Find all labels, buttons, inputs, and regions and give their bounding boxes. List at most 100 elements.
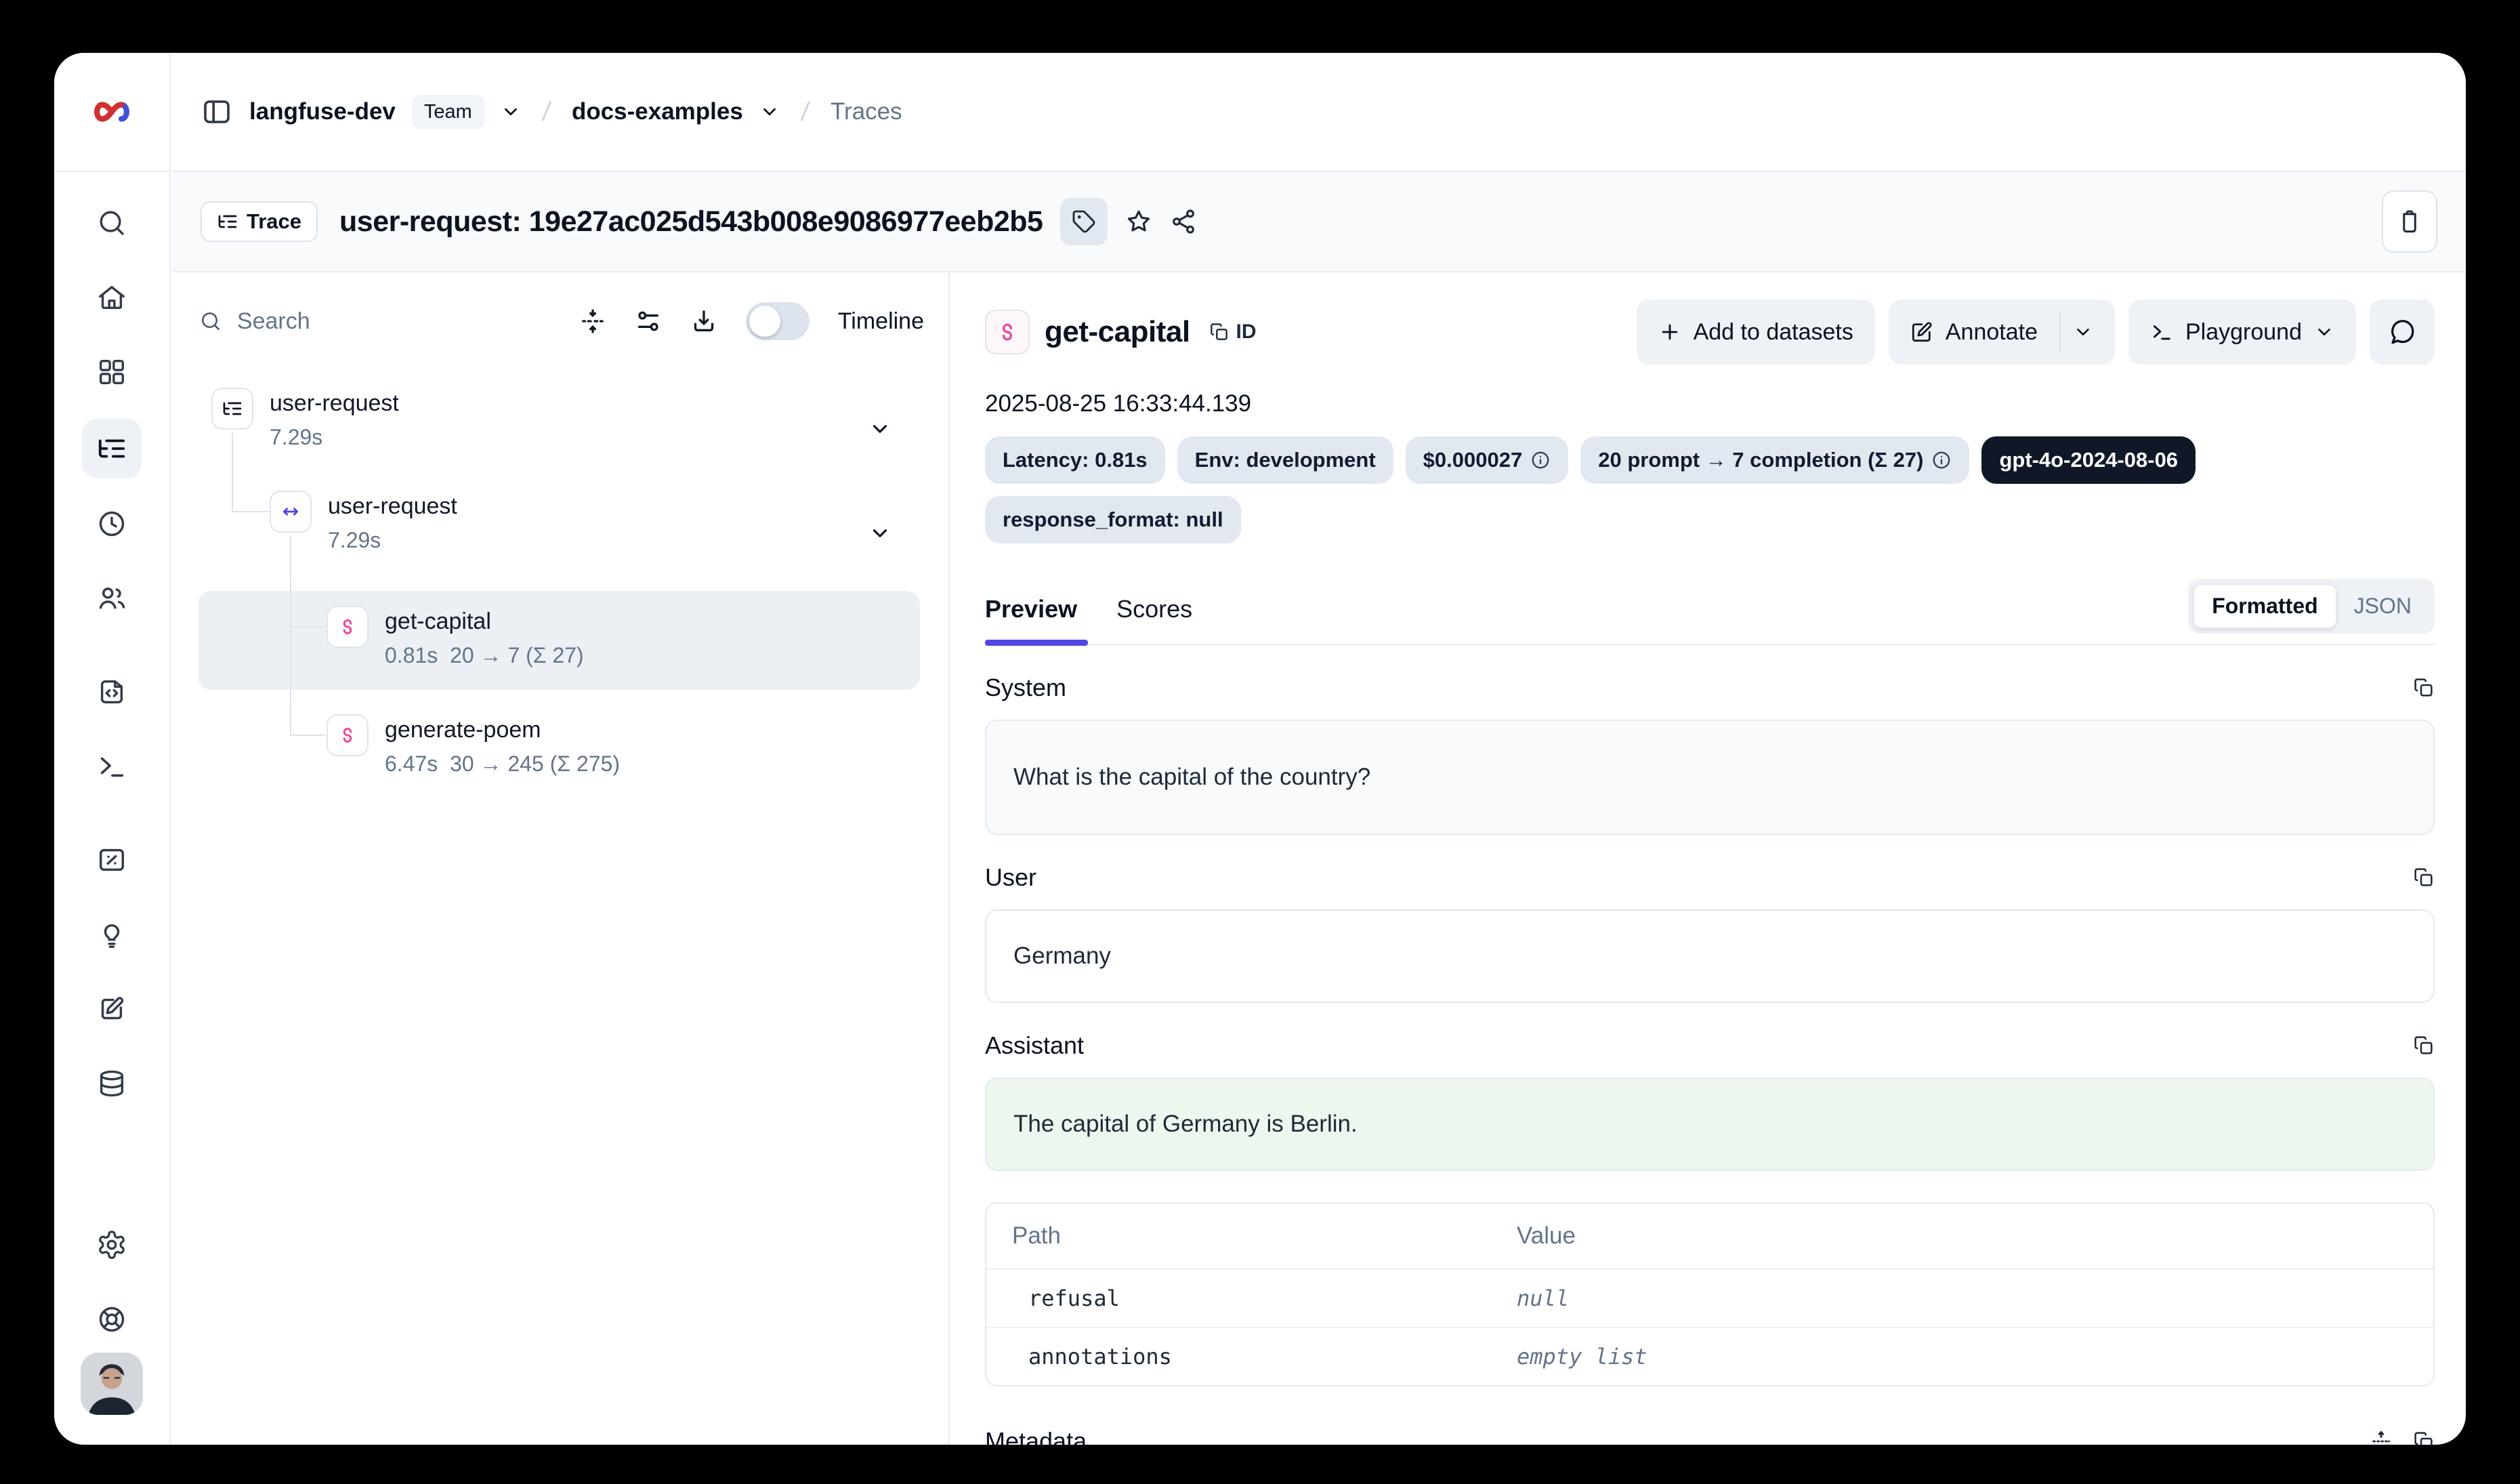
sessions-clock-icon[interactable]: [96, 508, 127, 539]
copy-icon: [1209, 322, 1230, 342]
table-row: refusal null: [986, 1270, 2433, 1328]
trace-title: user-request: 19e27ac025d543b008e9086977…: [339, 205, 1043, 239]
section-assistant: Assistant The capital of Germany is Berl…: [985, 1031, 2435, 1171]
tokens-badge[interactable]: 20 prompt → 7 completion (Σ 27): [1580, 436, 1969, 484]
assistant-message-box: The capital of Germany is Berlin.: [985, 1077, 2435, 1171]
add-to-datasets-button[interactable]: Add to datasets: [1637, 300, 1875, 365]
users-icon[interactable]: [96, 583, 127, 614]
evals-lightbulb-icon[interactable]: [96, 919, 127, 950]
copy-icon[interactable]: [2413, 867, 2435, 888]
user-message-box: Germany: [985, 909, 2435, 1003]
info-icon: [1931, 450, 1952, 470]
org-type-badge: Team: [412, 95, 484, 129]
annotate-button[interactable]: Annotate: [1889, 300, 2115, 365]
search-icon[interactable]: [96, 207, 127, 239]
datasets-database-icon[interactable]: [96, 1068, 127, 1099]
cost-badge[interactable]: $0.000027: [1406, 436, 1569, 484]
button-divider: [2059, 314, 2061, 350]
chevron-down-icon[interactable]: [868, 417, 891, 440]
comments-button[interactable]: [2370, 300, 2435, 365]
trace-node-icon: [211, 388, 253, 430]
scores-percent-icon[interactable]: [96, 844, 127, 875]
observation-badges: Latency: 0.81s Env: development $0.00002…: [985, 436, 2435, 543]
tree-node-generate-poem[interactable]: generate-poem 6.47s 30 → 245 (Σ 275): [385, 717, 620, 777]
chevron-down-icon[interactable]: [868, 522, 891, 545]
delete-trace-button[interactable]: [2382, 190, 2437, 253]
copy-icon[interactable]: [2413, 1430, 2435, 1445]
model-badge[interactable]: gpt-4o-2024-08-06: [1981, 436, 2196, 484]
collapse-all-icon[interactable]: [579, 308, 606, 335]
trace-tree: user-request 7.29s user-request 7.29s: [194, 388, 929, 821]
tag-icon[interactable]: [1060, 198, 1108, 245]
breadcrumb-project[interactable]: docs-examples: [572, 98, 743, 125]
trace-type-badge: Trace: [201, 201, 318, 242]
tree-node-span[interactable]: user-request 7.29s: [328, 493, 457, 553]
dashboard-icon[interactable]: [96, 356, 127, 388]
format-json-option[interactable]: JSON: [2336, 585, 2429, 627]
observation-title: get-capital: [1045, 315, 1190, 349]
info-icon: [1530, 450, 1551, 470]
home-icon[interactable]: [96, 282, 127, 313]
download-icon[interactable]: [690, 308, 717, 335]
chevron-down-icon: [2314, 322, 2334, 342]
trace-title-bar: Trace user-request: 19e27ac025d543b008e9…: [172, 172, 2466, 272]
timeline-label: Timeline: [838, 308, 924, 335]
plus-icon: [1658, 321, 1681, 344]
playground-button[interactable]: Playground: [2128, 300, 2356, 365]
breadcrumb-separator: /: [794, 97, 816, 127]
star-icon[interactable]: [1125, 208, 1152, 235]
filter-settings-icon[interactable]: [635, 308, 662, 335]
tab-preview[interactable]: Preview: [985, 595, 1077, 623]
chevron-down-icon: [2073, 322, 2093, 342]
support-lifebuoy-icon[interactable]: [96, 1304, 127, 1335]
breadcrumb-page[interactable]: Traces: [831, 98, 902, 125]
copy-id-button[interactable]: ID: [1209, 321, 1257, 344]
playground-terminal-icon[interactable]: [96, 751, 127, 782]
generation-node-icon: [327, 606, 369, 648]
chevron-down-icon[interactable]: [501, 102, 521, 122]
search-icon: [199, 308, 222, 334]
chevron-down-icon[interactable]: [759, 102, 780, 122]
span-node-icon: [270, 491, 312, 533]
trace-tree-panel: Timeline user-request: [172, 272, 950, 1445]
output-fields-table: Path Value refusal null annotations empt…: [985, 1202, 2435, 1386]
active-tab-indicator: [985, 640, 1088, 646]
generation-icon: [985, 310, 1030, 354]
breadcrumb-separator: /: [535, 97, 558, 127]
share-icon[interactable]: [1170, 208, 1197, 235]
breadcrumb-organization[interactable]: langfuse-dev: [249, 98, 396, 125]
annotation-clipboard-pen-icon[interactable]: [96, 993, 127, 1025]
list-tree-icon: [217, 211, 238, 232]
langfuse-logo[interactable]: [54, 53, 169, 172]
tree-search[interactable]: [199, 308, 551, 335]
sidebar-toggle-icon[interactable]: [201, 96, 233, 128]
tree-node-root[interactable]: user-request 7.29s: [270, 390, 399, 450]
format-formatted-option[interactable]: Formatted: [2193, 584, 2336, 628]
section-metadata: Metadata: [985, 1427, 2435, 1445]
tab-scores[interactable]: Scores: [1116, 595, 1192, 623]
env-badge: Env: development: [1177, 436, 1393, 484]
unfold-vertical-icon[interactable]: [2370, 1430, 2393, 1445]
table-header-path: Path: [1012, 1222, 1517, 1250]
tree-node-get-capital[interactable]: get-capital 0.81s 20 → 7 (Σ 27): [385, 609, 584, 668]
copy-icon[interactable]: [2413, 1035, 2435, 1056]
timeline-toggle[interactable]: [746, 302, 810, 340]
trash-icon: [2397, 209, 2422, 234]
tree-search-input[interactable]: [237, 308, 551, 335]
terminal-icon: [2150, 321, 2173, 344]
app-header: langfuse-dev Team / docs-examples / Trac…: [172, 53, 2466, 172]
nav-rail: [54, 53, 171, 1445]
prompts-file-code-icon[interactable]: [96, 676, 127, 707]
section-system: System What is the capital of the countr…: [985, 674, 2435, 835]
user-avatar[interactable]: [81, 1353, 143, 1415]
tracing-nav-icon[interactable]: [82, 419, 142, 478]
observation-detail-panel: get-capital ID Add to datasets Annotate: [950, 272, 2466, 1445]
format-toggle: Formatted JSON: [2188, 579, 2435, 634]
app-window: langfuse-dev Team / docs-examples / Trac…: [54, 53, 2466, 1445]
response-format-badge: response_format: null: [985, 496, 1241, 543]
settings-gear-icon[interactable]: [96, 1229, 127, 1260]
section-user: User Germany: [985, 863, 2435, 1003]
copy-icon[interactable]: [2413, 677, 2435, 699]
table-header-value: Value: [1517, 1222, 2408, 1250]
latency-badge: Latency: 0.81s: [985, 436, 1165, 484]
